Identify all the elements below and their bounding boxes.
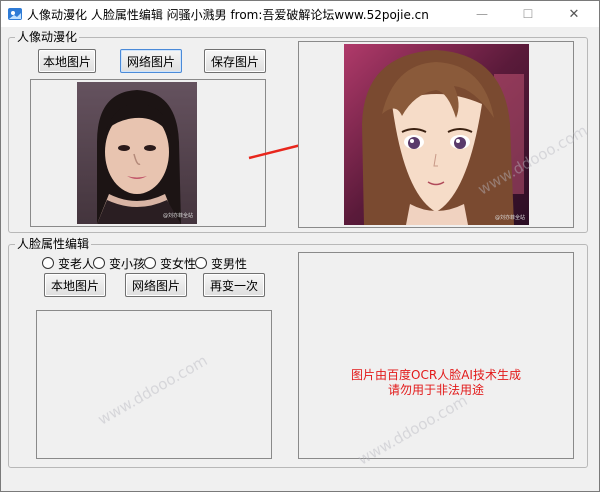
radio-male-label: 变男性 [211, 256, 248, 271]
face-result-panel: 图片由百度OCR人脸AI技术生成 请勿用于非法用途 [298, 252, 574, 459]
face-local-image-button[interactable]: 本地图片 [44, 273, 106, 297]
radio-female-label: 变女性 [160, 256, 197, 271]
anime-group-label: 人像动漫化 [15, 30, 80, 44]
source-photo-watermark: @刘亦菲全站 [163, 213, 194, 219]
face-network-image-button[interactable]: 网络图片 [125, 273, 187, 297]
radio-female[interactable]: 变女性 [144, 255, 196, 271]
maximize-button[interactable]: ☐ [505, 1, 551, 27]
anime-local-image-button[interactable]: 本地图片 [38, 49, 96, 73]
transform-again-button[interactable]: 再变一次 [203, 273, 265, 297]
radio-male-circle[interactable] [195, 257, 207, 269]
anime-result-photo [344, 44, 529, 225]
save-image-button[interactable]: 保存图片 [204, 49, 266, 73]
radio-child-circle[interactable] [93, 257, 105, 269]
radio-old-circle[interactable] [42, 257, 54, 269]
radio-child-label: 变小孩 [109, 256, 146, 271]
source-image-panel: @刘亦菲全站 [30, 79, 266, 227]
notice-line-1: 图片由百度OCR人脸AI技术生成 [351, 368, 521, 382]
radio-old[interactable]: 变老人 [42, 255, 94, 271]
radio-old-label: 变老人 [58, 256, 95, 271]
notice-line-2: 请勿用于非法用途 [387, 383, 484, 397]
result-image-panel: @刘亦菲全站 [298, 41, 574, 228]
close-button[interactable]: ✕ [551, 1, 597, 27]
radio-child[interactable]: 变小孩 [93, 255, 145, 271]
title-bar[interactable]: 人像动漫化 人脸属性编辑 闷骚小溅男 from:吾爱破解论坛www.52poji… [1, 1, 599, 27]
result-photo-watermark: @刘亦菲全站 [495, 215, 526, 221]
window-title: 人像动漫化 人脸属性编辑 闷骚小溅男 from:吾爱破解论坛www.52poji… [27, 8, 429, 22]
face-edit-group-label: 人脸属性编辑 [15, 237, 92, 251]
app-icon [8, 8, 22, 20]
source-photo [77, 82, 197, 224]
minimize-button[interactable]: — [459, 1, 505, 27]
anime-network-image-button[interactable]: 网络图片 [120, 49, 182, 73]
radio-female-circle[interactable] [144, 257, 156, 269]
main-window: 人像动漫化 人脸属性编辑 闷骚小溅男 from:吾爱破解论坛www.52poji… [0, 0, 600, 492]
radio-male[interactable]: 变男性 [195, 255, 247, 271]
